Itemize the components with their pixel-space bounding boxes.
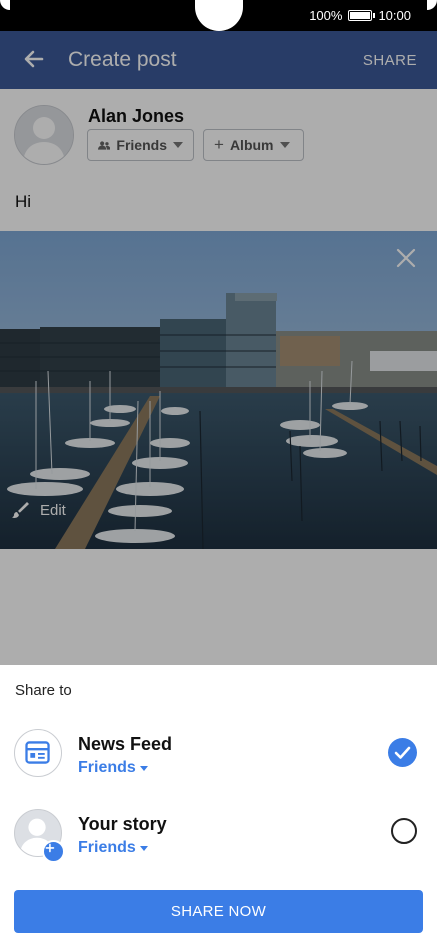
chevron-down-icon [139,845,148,851]
news-feed-avatar [14,729,62,777]
add-story-icon [42,840,65,863]
option-audience-dropdown[interactable]: Friends [78,839,148,857]
screen-corner [0,0,10,10]
option-news-feed[interactable]: News Feed Friends [0,729,437,789]
checkmark-icon [394,746,411,759]
chevron-down-icon [139,765,148,771]
screen-corner [427,0,437,10]
sheet-heading: Share to [15,682,72,699]
option-audience-label: Friends [78,839,136,856]
battery-icon [348,10,376,21]
selected-check-icon[interactable] [388,738,417,767]
share-now-button[interactable]: SHARE NOW [14,890,423,933]
unselected-radio-icon[interactable] [391,818,417,844]
option-title: News Feed [78,734,173,754]
news-feed-icon [25,741,50,764]
status-indicators: 100% 10:00 [309,8,411,23]
option-title: Your story [78,814,167,834]
camera-notch [195,0,243,31]
battery-percent: 100% [309,8,343,23]
modal-scrim[interactable] [0,31,437,665]
clock: 10:00 [378,8,411,23]
option-audience-dropdown[interactable]: Friends [78,759,148,777]
status-bar: 100% 10:00 [0,0,437,31]
option-audience-label: Friends [78,759,136,776]
option-your-story[interactable]: Your story Friends [0,809,437,869]
share-sheet: Share to News Feed Friends Your story Fr… [0,665,437,948]
